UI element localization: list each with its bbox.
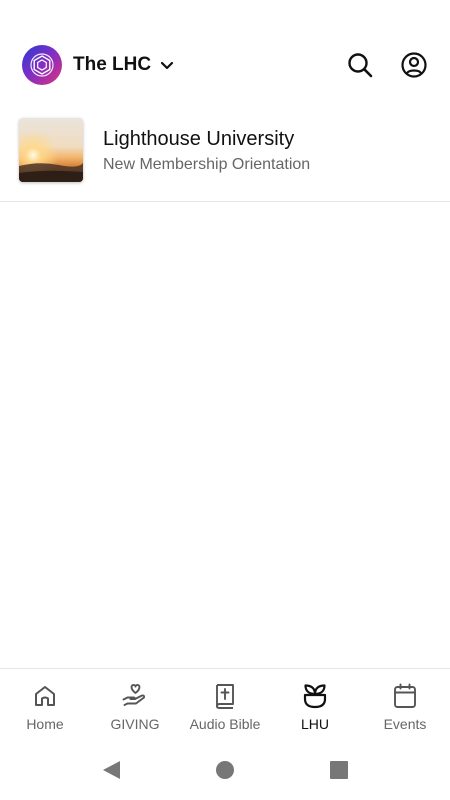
item-subtitle: New Membership Orientation <box>103 156 311 173</box>
tab-lhu[interactable]: LHU <box>270 669 360 740</box>
plant-pot-icon <box>301 682 329 710</box>
back-triangle-icon[interactable] <box>91 750 131 790</box>
giving-hand-heart-icon <box>121 682 149 710</box>
list-item[interactable]: Lighthouse University New Membership Ori… <box>0 118 450 202</box>
chevron-down-icon[interactable] <box>159 57 175 73</box>
sunset-image <box>19 118 83 182</box>
calendar-icon <box>391 682 419 710</box>
list-item-text: Lighthouse University New Membership Ori… <box>103 127 310 175</box>
tab-label-events: Events <box>383 716 427 732</box>
tab-home[interactable]: Home <box>0 669 90 740</box>
tab-audio-bible[interactable]: Audio Bible <box>180 669 270 740</box>
tab-label-giving: GIVING <box>110 716 160 732</box>
tab-label-home: Home <box>26 716 64 732</box>
recents-square-icon[interactable] <box>319 750 359 790</box>
app-header: The LHC <box>22 44 428 86</box>
tab-events[interactable]: Events <box>360 669 450 740</box>
search-icon[interactable] <box>346 51 374 79</box>
tab-label-audio-bible: Audio Bible <box>189 716 261 732</box>
org-name[interactable]: The LHC <box>73 54 151 76</box>
bottom-tab-bar: Home GIVING Audio Bible LHU Events <box>0 668 450 740</box>
tab-label-lhu: LHU <box>300 716 329 732</box>
lighthouse-logo-icon[interactable] <box>22 45 62 85</box>
tab-giving[interactable]: GIVING <box>90 669 180 740</box>
account-icon[interactable] <box>400 51 428 79</box>
item-title: Lighthouse University <box>103 128 295 150</box>
home-icon <box>31 682 59 710</box>
bible-icon <box>211 682 239 710</box>
home-circle-icon[interactable] <box>205 750 245 790</box>
header-actions <box>346 51 428 79</box>
system-nav-bar <box>0 748 450 792</box>
